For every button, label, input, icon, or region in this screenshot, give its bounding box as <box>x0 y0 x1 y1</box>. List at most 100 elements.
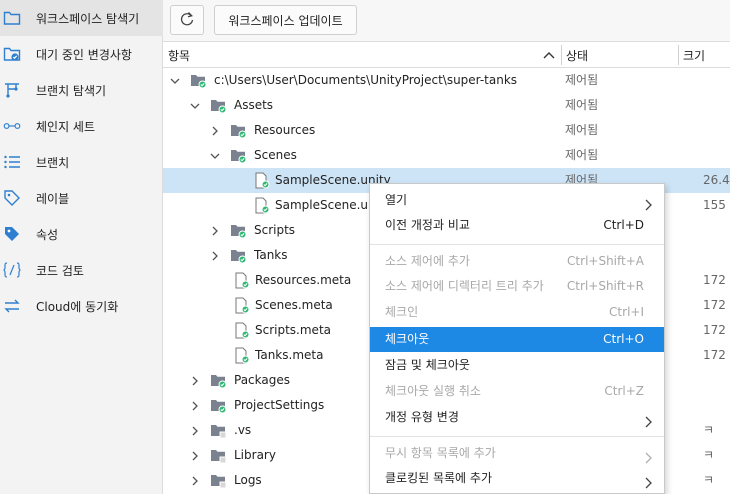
sidebar-item-workspace-explorer[interactable]: 워크스페이스 탐색기 <box>0 0 163 36</box>
menu-item-shortcut: Ctrl+Shift+R <box>566 279 644 293</box>
item-name: Library <box>234 448 276 462</box>
menu-item-label: 개정 유형 변경 <box>385 410 459 424</box>
sidebar-item-label: 속성 <box>36 227 59 242</box>
code-review-icon <box>3 261 21 279</box>
chevron-down-icon[interactable] <box>170 75 180 85</box>
controlled-file-icon <box>253 172 270 189</box>
chevron-right-icon[interactable] <box>210 250 220 261</box>
menu-item-shortcut: Ctrl+I <box>609 305 644 319</box>
menu-item-add-to-cloaked[interactable]: 클로킹된 목록에 추가 <box>370 466 664 491</box>
controlled-folder-icon <box>230 122 247 139</box>
sidebar-item-label: 대기 중인 변경사항 <box>36 47 132 62</box>
chevron-right-icon[interactable] <box>210 125 220 136</box>
chevron-right-icon[interactable] <box>190 425 200 436</box>
menu-item-label: 체크아웃 <box>385 332 430 346</box>
chevron-right-icon[interactable] <box>190 375 200 386</box>
sidebar-item-code-review[interactable]: 코드 검토 <box>0 252 163 288</box>
submenu-arrow-icon <box>644 473 652 494</box>
item-name: Resources.meta <box>255 273 352 287</box>
column-header-item[interactable]: 항목 <box>168 42 563 68</box>
item-size: ㅋ <box>703 448 715 462</box>
menu-item-lock-and-checkout[interactable]: 잠금 및 체크아웃 <box>370 353 664 378</box>
controlled-folder-icon <box>230 222 247 239</box>
column-header-size[interactable]: 크기 <box>683 42 705 68</box>
item-name: Scenes.meta <box>255 298 333 312</box>
menu-item-shortcut: Ctrl+O <box>603 332 644 346</box>
sidebar-item-branch-explorer[interactable]: 브랜치 탐색기 <box>0 72 163 108</box>
pending-changes-icon <box>3 45 21 63</box>
branches-list-icon <box>3 153 21 171</box>
branch-explorer-icon <box>3 81 21 99</box>
menu-item-shortcut: Ctrl+D <box>603 218 644 232</box>
private-folder-icon <box>210 422 227 439</box>
chevron-right-icon[interactable] <box>190 450 200 461</box>
menu-item-label: 클로킹된 목록에 추가 <box>385 471 492 485</box>
table-row[interactable]: Scenes 제어됨 <box>163 143 730 168</box>
item-status: 제어됨 <box>565 98 599 112</box>
item-size: 172 b <box>703 348 730 362</box>
column-separator[interactable] <box>561 45 562 65</box>
item-name: Scenes <box>254 148 297 162</box>
menu-item-undo-checkout[interactable]: 체크아웃 실행 취소 Ctrl+Z <box>370 379 664 404</box>
item-size: 155 b <box>703 198 730 212</box>
chevron-down-icon[interactable] <box>190 100 200 110</box>
menu-item-label: 체크아웃 실행 취소 <box>385 384 481 398</box>
item-status: 제어됨 <box>565 123 599 137</box>
controlled-folder-icon <box>230 247 247 264</box>
table-row[interactable]: Assets 제어됨 <box>163 93 730 118</box>
menu-item-label: 이전 개정과 비교 <box>385 218 470 232</box>
column-separator[interactable] <box>678 45 679 65</box>
item-name: Scripts.meta <box>255 323 332 337</box>
folder-icon <box>3 9 21 27</box>
menu-item-add-to-source-control[interactable]: 소스 제어에 추가 Ctrl+Shift+A <box>370 249 664 274</box>
menu-item-change-revision-type[interactable]: 개정 유형 변경 <box>370 405 664 430</box>
menu-item-label: 잠금 및 체크아웃 <box>385 358 470 372</box>
chevron-right-icon[interactable] <box>190 400 200 411</box>
update-workspace-button[interactable]: 워크스페이스 업데이트 <box>214 5 357 35</box>
menu-item-label: 열기 <box>385 193 408 207</box>
item-status: 제어됨 <box>565 73 599 87</box>
chevron-right-icon[interactable] <box>210 225 220 236</box>
controlled-file-icon <box>233 297 250 314</box>
chevron-right-icon[interactable] <box>190 475 200 486</box>
sidebar-item-changesets[interactable]: 체인지 세트 <box>0 108 163 144</box>
refresh-icon <box>179 11 195 30</box>
menu-item-add-directory-tree[interactable]: 소스 제어에 디렉터리 트리 추가 Ctrl+Shift+R <box>370 274 664 299</box>
attribute-icon <box>3 225 21 243</box>
sidebar-item-branches[interactable]: 브랜치 <box>0 144 163 180</box>
item-size: 26.4 <box>703 173 730 187</box>
controlled-file-icon <box>233 272 250 289</box>
private-folder-icon <box>210 472 227 489</box>
controlled-folder-icon <box>210 97 227 114</box>
menu-item-label: 소스 제어에 추가 <box>385 254 470 268</box>
menu-item-add-to-ignored[interactable]: 무시 항목 목록에 추가 <box>370 441 664 466</box>
controlled-file-icon <box>253 197 270 214</box>
table-row[interactable]: Resources 제어됨 <box>163 118 730 143</box>
menu-item-checkout[interactable]: 체크아웃 Ctrl+O <box>370 327 664 352</box>
sidebar-item-label: 레이블 <box>36 191 70 206</box>
item-size: ㅋ <box>703 423 715 437</box>
item-name: Tanks <box>254 248 288 262</box>
menu-item-checkin[interactable]: 체크인 Ctrl+I <box>370 300 664 325</box>
menu-item-diff-previous[interactable]: 이전 개정과 비교 Ctrl+D <box>370 213 664 238</box>
sidebar-item-pending-changes[interactable]: 대기 중인 변경사항 <box>0 36 163 72</box>
menu-item-open[interactable]: 열기 <box>370 188 664 213</box>
item-size: 172 b <box>703 298 730 312</box>
sidebar-item-attributes[interactable]: 속성 <box>0 216 163 252</box>
sort-ascending-icon[interactable] <box>543 49 555 63</box>
item-size: 172 b <box>703 323 730 337</box>
chevron-down-icon[interactable] <box>210 150 220 160</box>
toolbar: 워크스페이스 업데이트 <box>163 0 730 42</box>
item-name: ProjectSettings <box>234 398 325 412</box>
item-name: Resources <box>254 123 316 137</box>
menu-item-label: 체크인 <box>385 305 419 319</box>
private-folder-icon <box>210 447 227 464</box>
column-header-status[interactable]: 상태 <box>566 42 588 68</box>
label-icon <box>3 189 21 207</box>
sidebar-item-label: 브랜치 탐색기 <box>36 83 107 98</box>
sidebar-item-label: Cloud에 동기화 <box>36 299 119 314</box>
refresh-button[interactable] <box>170 5 204 35</box>
sidebar-item-labels[interactable]: 레이블 <box>0 180 163 216</box>
table-row[interactable]: c:\Users\User\Documents\UnityProject\sup… <box>163 68 730 93</box>
sidebar-item-sync-cloud[interactable]: Cloud에 동기화 <box>0 288 163 324</box>
